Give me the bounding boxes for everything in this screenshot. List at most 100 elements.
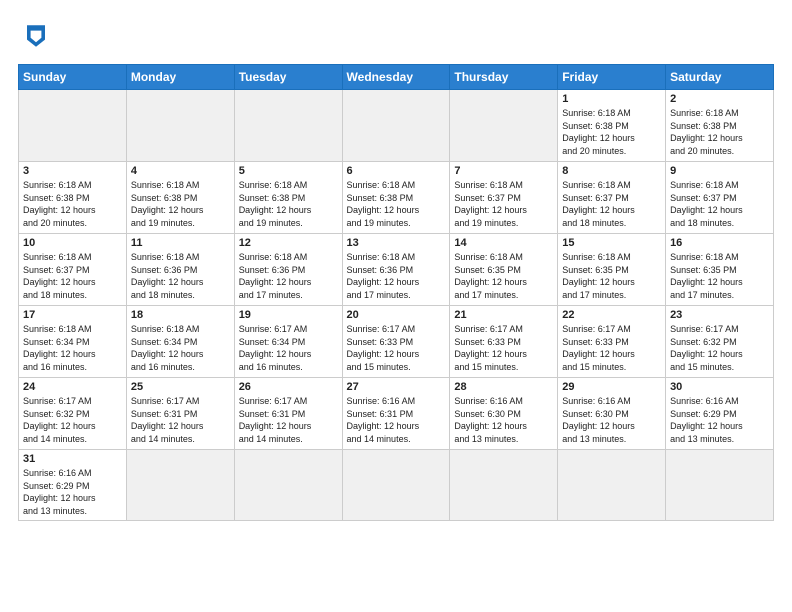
day-info: Sunrise: 6:17 AM Sunset: 6:31 PM Dayligh… — [239, 395, 338, 445]
day-info: Sunrise: 6:17 AM Sunset: 6:31 PM Dayligh… — [131, 395, 230, 445]
day-info: Sunrise: 6:18 AM Sunset: 6:37 PM Dayligh… — [454, 179, 553, 229]
day-info: Sunrise: 6:18 AM Sunset: 6:37 PM Dayligh… — [670, 179, 769, 229]
day-number: 31 — [23, 453, 122, 465]
page: SundayMondayTuesdayWednesdayThursdayFrid… — [0, 0, 792, 612]
day-number: 24 — [23, 381, 122, 393]
calendar-cell — [234, 90, 342, 162]
calendar-cell: 8 Sunrise: 6:18 AM Sunset: 6:37 PM Daylig… — [558, 162, 666, 234]
calendar-cell: 21 Sunrise: 6:17 AM Sunset: 6:33 PM Dayli… — [450, 306, 558, 378]
calendar-cell: 29 Sunrise: 6:16 AM Sunset: 6:30 PM Dayli… — [558, 378, 666, 450]
day-number: 29 — [562, 381, 661, 393]
day-number: 2 — [670, 93, 769, 105]
day-info: Sunrise: 6:16 AM Sunset: 6:29 PM Dayligh… — [23, 467, 122, 517]
header — [18, 18, 774, 54]
day-number: 16 — [670, 237, 769, 249]
calendar-cell — [234, 450, 342, 521]
calendar-cell: 9Sunrise: 6:18 AM Sunset: 6:37 PM Daylig… — [666, 162, 774, 234]
calendar-cell: 4 Sunrise: 6:18 AM Sunset: 6:38 PM Daylig… — [126, 162, 234, 234]
calendar-cell: 27 Sunrise: 6:16 AM Sunset: 6:31 PM Dayli… — [342, 378, 450, 450]
weekday-header-row: SundayMondayTuesdayWednesdayThursdayFrid… — [19, 65, 774, 90]
calendar-cell — [450, 450, 558, 521]
calendar-cell — [342, 90, 450, 162]
day-number: 14 — [454, 237, 553, 249]
calendar-cell: 16 Sunrise: 6:18 AM Sunset: 6:35 PM Dayli… — [666, 234, 774, 306]
day-number: 4 — [131, 165, 230, 177]
day-number: 25 — [131, 381, 230, 393]
day-info: Sunrise: 6:18 AM Sunset: 6:37 PM Dayligh… — [562, 179, 661, 229]
calendar: SundayMondayTuesdayWednesdayThursdayFrid… — [18, 64, 774, 521]
week-row-5: 31 Sunrise: 6:16 AM Sunset: 6:29 PM Dayli… — [19, 450, 774, 521]
day-number: 22 — [562, 309, 661, 321]
day-info: Sunrise: 6:18 AM Sunset: 6:38 PM Dayligh… — [239, 179, 338, 229]
weekday-tuesday: Tuesday — [234, 65, 342, 90]
day-info: Sunrise: 6:18 AM Sunset: 6:36 PM Dayligh… — [239, 251, 338, 301]
day-number: 17 — [23, 309, 122, 321]
weekday-saturday: Saturday — [666, 65, 774, 90]
day-number: 13 — [347, 237, 446, 249]
calendar-cell — [666, 450, 774, 521]
weekday-thursday: Thursday — [450, 65, 558, 90]
day-number: 21 — [454, 309, 553, 321]
day-number: 11 — [131, 237, 230, 249]
day-number: 20 — [347, 309, 446, 321]
day-number: 19 — [239, 309, 338, 321]
day-info: Sunrise: 6:17 AM Sunset: 6:32 PM Dayligh… — [23, 395, 122, 445]
day-info: Sunrise: 6:16 AM Sunset: 6:29 PM Dayligh… — [670, 395, 769, 445]
weekday-monday: Monday — [126, 65, 234, 90]
day-info: Sunrise: 6:17 AM Sunset: 6:33 PM Dayligh… — [562, 323, 661, 373]
calendar-cell: 18 Sunrise: 6:18 AM Sunset: 6:34 PM Dayli… — [126, 306, 234, 378]
day-number: 5 — [239, 165, 338, 177]
calendar-cell — [126, 450, 234, 521]
calendar-cell: 20Sunrise: 6:17 AM Sunset: 6:33 PM Dayli… — [342, 306, 450, 378]
day-info: Sunrise: 6:18 AM Sunset: 6:38 PM Dayligh… — [347, 179, 446, 229]
day-number: 26 — [239, 381, 338, 393]
day-info: Sunrise: 6:16 AM Sunset: 6:31 PM Dayligh… — [347, 395, 446, 445]
calendar-cell: 25 Sunrise: 6:17 AM Sunset: 6:31 PM Dayli… — [126, 378, 234, 450]
day-info: Sunrise: 6:17 AM Sunset: 6:33 PM Dayligh… — [454, 323, 553, 373]
weekday-wednesday: Wednesday — [342, 65, 450, 90]
calendar-cell: 31 Sunrise: 6:16 AM Sunset: 6:29 PM Dayli… — [19, 450, 127, 521]
day-info: Sunrise: 6:18 AM Sunset: 6:38 PM Dayligh… — [562, 107, 661, 157]
day-number: 8 — [562, 165, 661, 177]
day-number: 7 — [454, 165, 553, 177]
day-info: Sunrise: 6:18 AM Sunset: 6:34 PM Dayligh… — [131, 323, 230, 373]
weekday-sunday: Sunday — [19, 65, 127, 90]
day-info: Sunrise: 6:18 AM Sunset: 6:38 PM Dayligh… — [23, 179, 122, 229]
day-info: Sunrise: 6:18 AM Sunset: 6:35 PM Dayligh… — [670, 251, 769, 301]
week-row-4: 24 Sunrise: 6:17 AM Sunset: 6:32 PM Dayli… — [19, 378, 774, 450]
day-number: 27 — [347, 381, 446, 393]
calendar-cell — [19, 90, 127, 162]
calendar-cell: 12 Sunrise: 6:18 AM Sunset: 6:36 PM Dayli… — [234, 234, 342, 306]
week-row-2: 10 Sunrise: 6:18 AM Sunset: 6:37 PM Dayli… — [19, 234, 774, 306]
calendar-cell: 6 Sunrise: 6:18 AM Sunset: 6:38 PM Daylig… — [342, 162, 450, 234]
day-info: Sunrise: 6:17 AM Sunset: 6:34 PM Dayligh… — [239, 323, 338, 373]
calendar-cell — [126, 90, 234, 162]
day-info: Sunrise: 6:16 AM Sunset: 6:30 PM Dayligh… — [454, 395, 553, 445]
calendar-cell: 17 Sunrise: 6:18 AM Sunset: 6:34 PM Dayli… — [19, 306, 127, 378]
calendar-cell: 2 Sunrise: 6:18 AM Sunset: 6:38 PM Daylig… — [666, 90, 774, 162]
day-number: 23 — [670, 309, 769, 321]
day-info: Sunrise: 6:17 AM Sunset: 6:32 PM Dayligh… — [670, 323, 769, 373]
day-number: 28 — [454, 381, 553, 393]
week-row-0: 1Sunrise: 6:18 AM Sunset: 6:38 PM Daylig… — [19, 90, 774, 162]
day-number: 18 — [131, 309, 230, 321]
day-number: 6 — [347, 165, 446, 177]
day-info: Sunrise: 6:18 AM Sunset: 6:34 PM Dayligh… — [23, 323, 122, 373]
day-number: 12 — [239, 237, 338, 249]
day-info: Sunrise: 6:18 AM Sunset: 6:37 PM Dayligh… — [23, 251, 122, 301]
day-info: Sunrise: 6:18 AM Sunset: 6:35 PM Dayligh… — [562, 251, 661, 301]
calendar-cell: 3 Sunrise: 6:18 AM Sunset: 6:38 PM Daylig… — [19, 162, 127, 234]
calendar-cell: 1Sunrise: 6:18 AM Sunset: 6:38 PM Daylig… — [558, 90, 666, 162]
day-number: 3 — [23, 165, 122, 177]
calendar-cell: 26 Sunrise: 6:17 AM Sunset: 6:31 PM Dayli… — [234, 378, 342, 450]
day-info: Sunrise: 6:18 AM Sunset: 6:38 PM Dayligh… — [670, 107, 769, 157]
calendar-cell: 13Sunrise: 6:18 AM Sunset: 6:36 PM Dayli… — [342, 234, 450, 306]
day-info: Sunrise: 6:18 AM Sunset: 6:38 PM Dayligh… — [131, 179, 230, 229]
calendar-cell: 7 Sunrise: 6:18 AM Sunset: 6:37 PM Daylig… — [450, 162, 558, 234]
calendar-cell: 30Sunrise: 6:16 AM Sunset: 6:29 PM Dayli… — [666, 378, 774, 450]
week-row-1: 3 Sunrise: 6:18 AM Sunset: 6:38 PM Daylig… — [19, 162, 774, 234]
day-info: Sunrise: 6:16 AM Sunset: 6:30 PM Dayligh… — [562, 395, 661, 445]
day-number: 10 — [23, 237, 122, 249]
calendar-cell: 24 Sunrise: 6:17 AM Sunset: 6:32 PM Dayli… — [19, 378, 127, 450]
logo-icon — [18, 18, 54, 54]
